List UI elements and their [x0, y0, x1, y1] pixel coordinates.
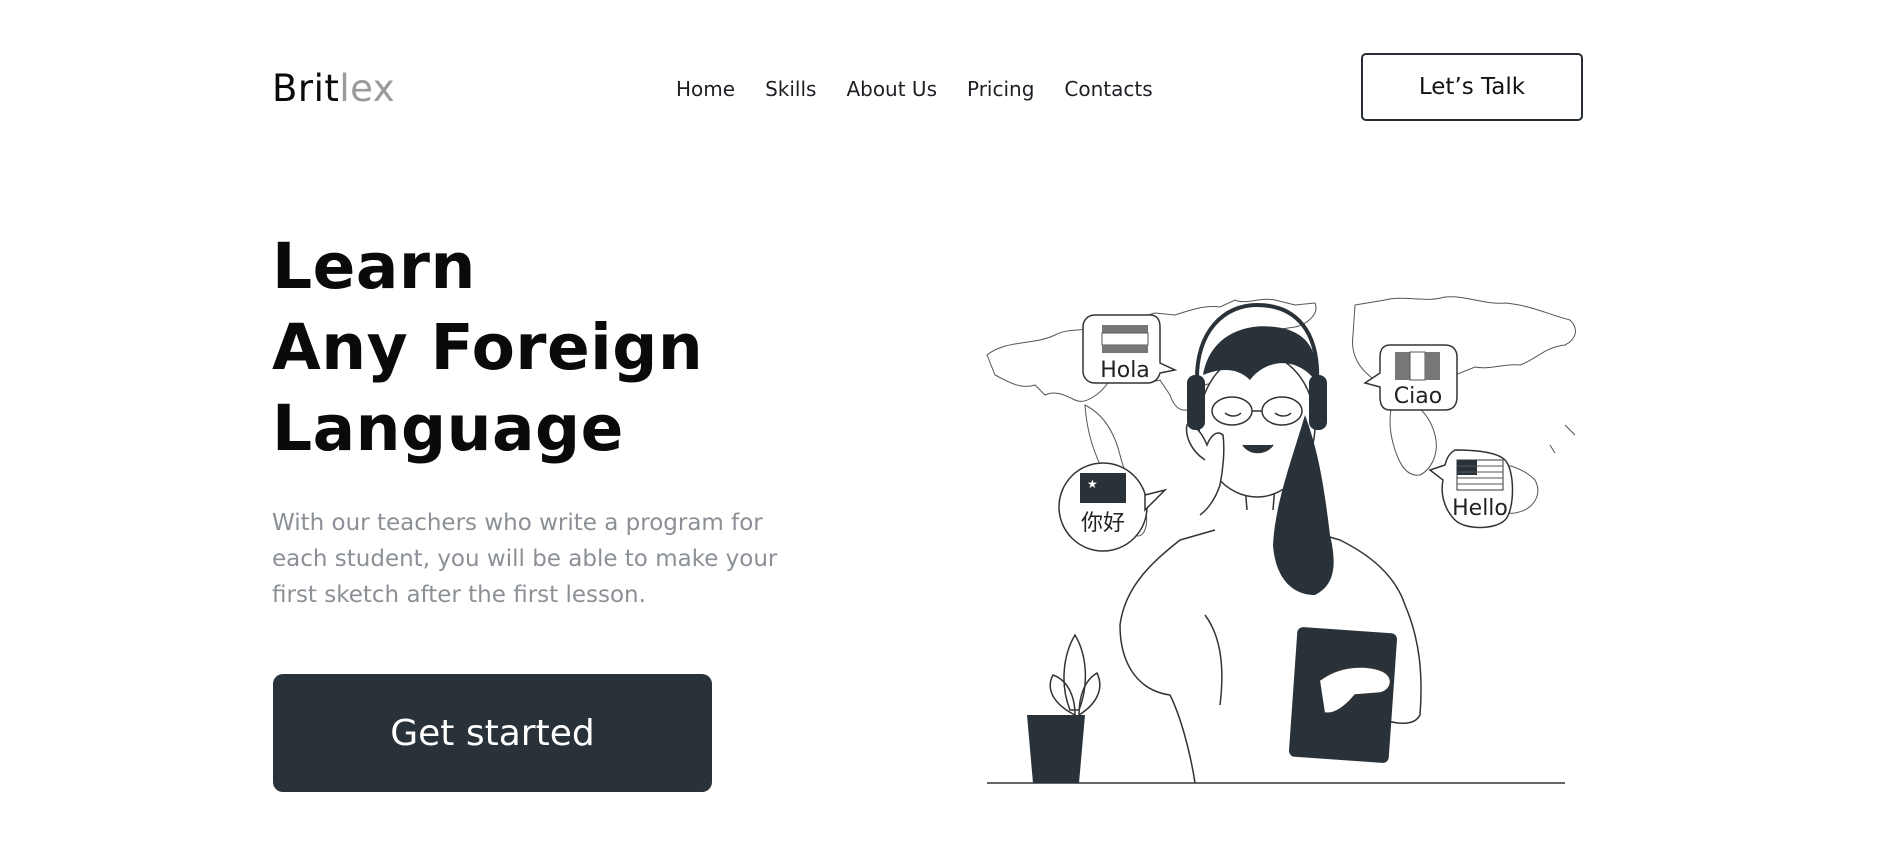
- usa-flag-icon: [1456, 459, 1504, 491]
- hero-description-line-3: first sketch after the first lesson.: [272, 582, 646, 608]
- nav-pricing[interactable]: Pricing: [967, 76, 1034, 102]
- hola-label: Hola: [1100, 358, 1150, 383]
- hero-illustration: Hola Ciao ★ 你好 Hello: [986, 296, 1576, 784]
- plant-icon: [1027, 633, 1101, 783]
- hero-description-line-1: With our teachers who write a program fo…: [272, 510, 763, 536]
- logo-part-1: Brit: [272, 67, 340, 110]
- hero-title-line-1: Learn: [272, 230, 476, 303]
- china-flag-icon: ★: [1080, 473, 1126, 503]
- hero-description-line-2: each student, you will be able to make y…: [272, 546, 778, 572]
- hello-speech-bubble: Hello: [1428, 449, 1514, 529]
- nihao-label: 你好: [1081, 511, 1125, 536]
- italy-flag-icon: [1395, 351, 1440, 381]
- hello-label: Hello: [1452, 496, 1508, 521]
- hero-description: With our teachers who write a program fo…: [272, 505, 832, 613]
- get-started-button[interactable]: Get started: [273, 674, 712, 792]
- hero-title: Learn Any Foreign Language: [272, 226, 703, 469]
- lets-talk-button[interactable]: Let’s Talk: [1361, 53, 1583, 121]
- nav-contacts[interactable]: Contacts: [1064, 76, 1152, 102]
- hero-title-line-2: Any Foreign: [272, 311, 704, 384]
- ciao-label: Ciao: [1394, 384, 1442, 409]
- nav-about-us[interactable]: About Us: [846, 76, 937, 102]
- nav-skills[interactable]: Skills: [765, 76, 816, 102]
- svg-text:★: ★: [1087, 477, 1098, 491]
- chinese-speech-bubble: ★ 你好: [1058, 462, 1168, 552]
- brand-logo[interactable]: Britlex: [272, 66, 395, 112]
- nav-home[interactable]: Home: [676, 76, 735, 102]
- spain-flag-icon: [1101, 325, 1149, 353]
- ciao-speech-bubble: Ciao: [1363, 344, 1458, 411]
- main-nav: Home Skills About Us Pricing Contacts: [676, 76, 1183, 102]
- tablet-icon: [1288, 627, 1398, 763]
- logo-part-2: lex: [339, 67, 396, 110]
- hola-speech-bubble: Hola: [1082, 314, 1178, 384]
- hero-title-line-3: Language: [272, 392, 624, 465]
